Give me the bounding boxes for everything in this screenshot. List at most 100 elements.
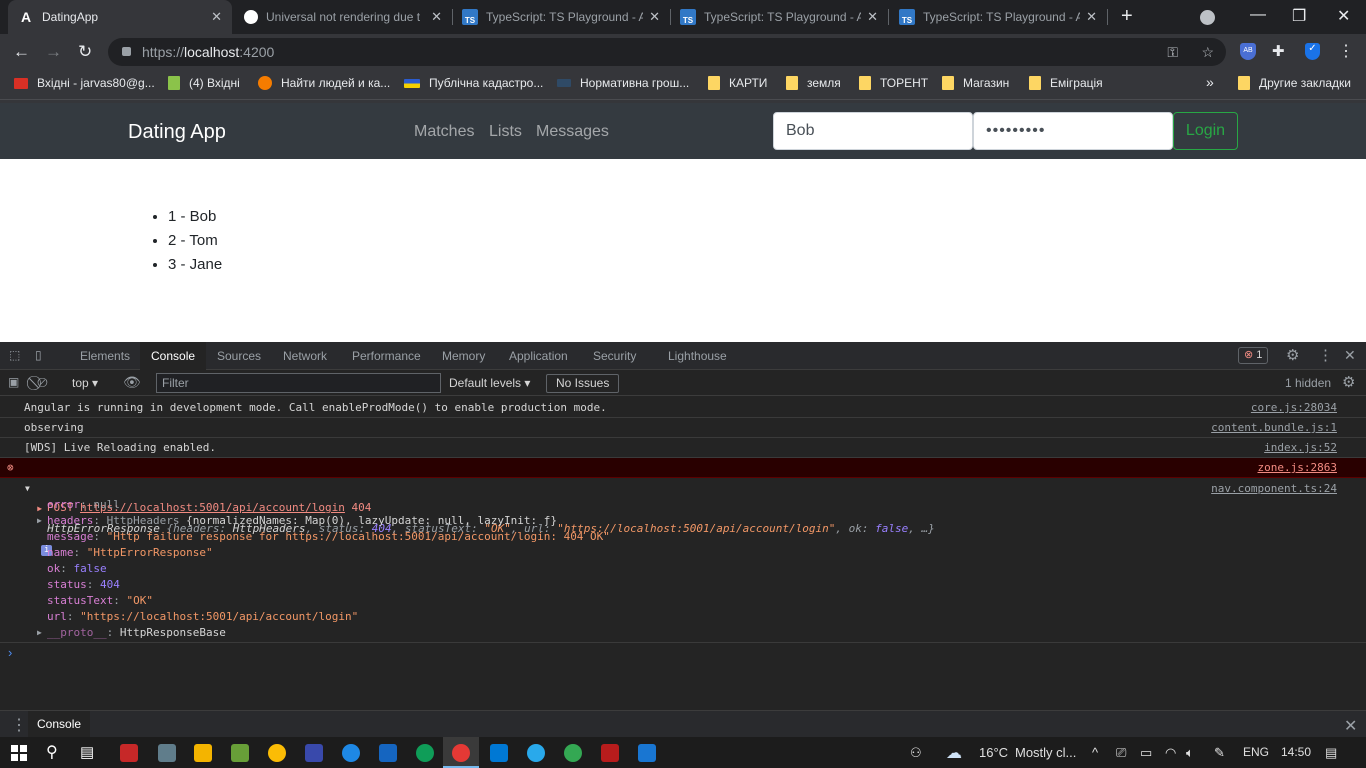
bookmark-folder[interactable]: ТОРЕНТ [859, 76, 928, 90]
more-options-icon[interactable]: ⋮ [1318, 346, 1333, 364]
minimize-button[interactable]: — [1250, 6, 1266, 24]
edge-icon[interactable] [416, 744, 434, 762]
weather-text[interactable]: Mostly cl... [1015, 745, 1076, 760]
tab-elements[interactable]: Elements [80, 342, 130, 369]
teamviewer-icon[interactable] [342, 744, 360, 762]
tab-memory[interactable]: Memory [442, 342, 485, 369]
extensions-icon[interactable]: ✚ [1272, 42, 1285, 60]
tab-security[interactable]: Security [593, 342, 636, 369]
collapse-arrow-icon[interactable]: ▼ [25, 479, 30, 499]
property-headers[interactable]: ▶ headers: HttpHeaders {normalizedNames: … [37, 513, 557, 529]
console-object[interactable]: ▼ HttpErrorResponse {headers: HttpHeader… [0, 479, 1366, 556]
error-count-badge[interactable]: ⊗ 1 [1238, 347, 1269, 364]
star-icon[interactable]: ☆ [1201, 38, 1214, 66]
tab-performance[interactable]: Performance [352, 342, 421, 369]
tab-application[interactable]: Application [509, 342, 568, 369]
wifi-icon[interactable]: ◠ [1165, 745, 1176, 761]
file-explorer-icon[interactable] [194, 744, 212, 762]
bookmark-cadastre[interactable]: Публічна кадастро... [404, 76, 543, 90]
username-input[interactable]: Bob [773, 112, 973, 150]
telegram-icon[interactable] [527, 744, 545, 762]
bookmark-search[interactable]: Найти людей и ка... [258, 76, 390, 90]
console-prompt[interactable]: › [8, 645, 12, 660]
task-view-icon[interactable]: ▤ [80, 743, 94, 761]
bookmark-valuation[interactable]: Нормативна грош... [557, 76, 689, 90]
filter-input[interactable]: Filter [156, 373, 441, 393]
tab-github[interactable]: Universal not rendering due t ✕ [234, 0, 452, 34]
source-link[interactable]: nav.component.ts:24 [1211, 479, 1337, 499]
reload-button[interactable]: ↻ [78, 42, 92, 62]
chrome-icon[interactable] [564, 744, 582, 762]
close-tab-icon[interactable]: ✕ [1086, 9, 1097, 25]
nav-lists[interactable]: Lists [489, 123, 522, 141]
tab-search-icon[interactable] [1200, 10, 1215, 25]
tab-ts-playground[interactable]: TS TypeScript: TS Playground - A ✕ [670, 0, 888, 34]
log-levels-select[interactable]: Default levels ▾ [449, 376, 530, 390]
app-icon[interactable] [305, 744, 323, 762]
back-button[interactable]: ← [13, 42, 30, 62]
restore-button[interactable]: ❐ [1292, 6, 1306, 26]
tab-console[interactable]: Console [140, 342, 207, 370]
tab-network[interactable]: Network [283, 342, 327, 369]
close-tab-icon[interactable]: ✕ [431, 9, 442, 25]
chrome-icon[interactable] [268, 744, 286, 762]
tab-lighthouse[interactable]: Lighthouse [668, 342, 727, 369]
settings-gear-icon[interactable]: ⚙ [1286, 346, 1299, 364]
device-toolbar-icon[interactable]: ▯ [35, 348, 42, 362]
nav-messages[interactable]: Messages [536, 123, 609, 141]
address-bar[interactable]: https://localhost:4200 ⚿ ☆ [108, 38, 1226, 66]
close-tab-icon[interactable]: ✕ [867, 9, 878, 25]
bookmark-folder[interactable]: Еміграція [1029, 76, 1103, 90]
calculator-icon[interactable] [158, 744, 176, 762]
menu-icon[interactable]: ⋮ [1338, 41, 1354, 61]
inspect-icon[interactable]: ⬚ [9, 348, 20, 362]
bookmark-folder[interactable]: КАРТИ [708, 76, 767, 90]
volume-icon[interactable]: 🔈︎ [1186, 745, 1194, 761]
tab-sources[interactable]: Sources [217, 342, 261, 369]
new-tab-button[interactable]: + [1121, 5, 1133, 28]
close-devtools-icon[interactable]: ✕ [1344, 347, 1356, 364]
tray-chevron-icon[interactable]: ^ [1092, 745, 1098, 760]
forward-button[interactable]: → [45, 42, 62, 62]
close-tab-icon[interactable]: ✕ [211, 9, 222, 25]
app-icon[interactable] [231, 744, 249, 762]
app-icon[interactable] [452, 744, 470, 762]
nav-matches[interactable]: Matches [414, 123, 474, 141]
notifications-icon[interactable]: ▤ [1325, 745, 1337, 761]
adblock-icon[interactable]: AB [1240, 43, 1256, 60]
tab-ts-playground[interactable]: TS TypeScript: TS Playground - A ✕ [889, 0, 1107, 34]
app-icon[interactable] [601, 744, 619, 762]
password-input[interactable]: ••••••••• [973, 112, 1173, 150]
other-bookmarks[interactable]: Другие закладки [1238, 76, 1351, 90]
clear-console-icon[interactable]: ⃠⊘ [37, 374, 48, 391]
context-select[interactable]: top ▾ [72, 376, 98, 390]
weather-icon[interactable]: ☁ [946, 743, 962, 763]
people-icon[interactable]: ⚇ [910, 745, 922, 761]
language-indicator[interactable]: ENG [1243, 745, 1269, 759]
console-settings-icon[interactable]: ⚙ [1342, 373, 1355, 391]
app-icon[interactable] [120, 744, 138, 762]
issues-button[interactable]: No Issues [546, 374, 620, 393]
close-tab-icon[interactable]: ✕ [649, 9, 660, 25]
drawer-tab-console[interactable]: Console [28, 711, 91, 737]
expand-arrow-icon[interactable]: ▶ [37, 513, 42, 529]
tab-ts-playground[interactable]: TS TypeScript: TS Playground - A ✕ [452, 0, 670, 34]
source-link[interactable]: index.js:52 [1264, 438, 1337, 458]
app-icon[interactable] [379, 744, 397, 762]
login-button[interactable]: Login [1173, 112, 1238, 150]
bookmark-folder[interactable]: земля [786, 76, 841, 90]
eye-icon[interactable]: 👁︎ [123, 374, 141, 391]
app-icon[interactable] [638, 744, 656, 762]
expand-arrow-icon[interactable]: ▶ [37, 504, 47, 513]
close-window-button[interactable]: ✕ [1337, 6, 1350, 26]
expand-arrow-icon[interactable]: ▶ [37, 625, 42, 641]
close-drawer-icon[interactable]: ✕ [1344, 716, 1357, 736]
shield-check-icon[interactable]: ✓ [1305, 43, 1320, 60]
weather-temp[interactable]: 16°C [979, 745, 1008, 760]
source-link[interactable]: core.js:28034 [1251, 398, 1337, 418]
brand[interactable]: Dating App [128, 121, 226, 144]
bookmark-inbox[interactable]: (4) Вхідні [168, 76, 240, 90]
vscode-icon[interactable] [490, 744, 508, 762]
battery-icon[interactable]: ▭ [1140, 745, 1152, 761]
tab-datingapp[interactable]: A DatingApp ✕ [8, 0, 232, 34]
